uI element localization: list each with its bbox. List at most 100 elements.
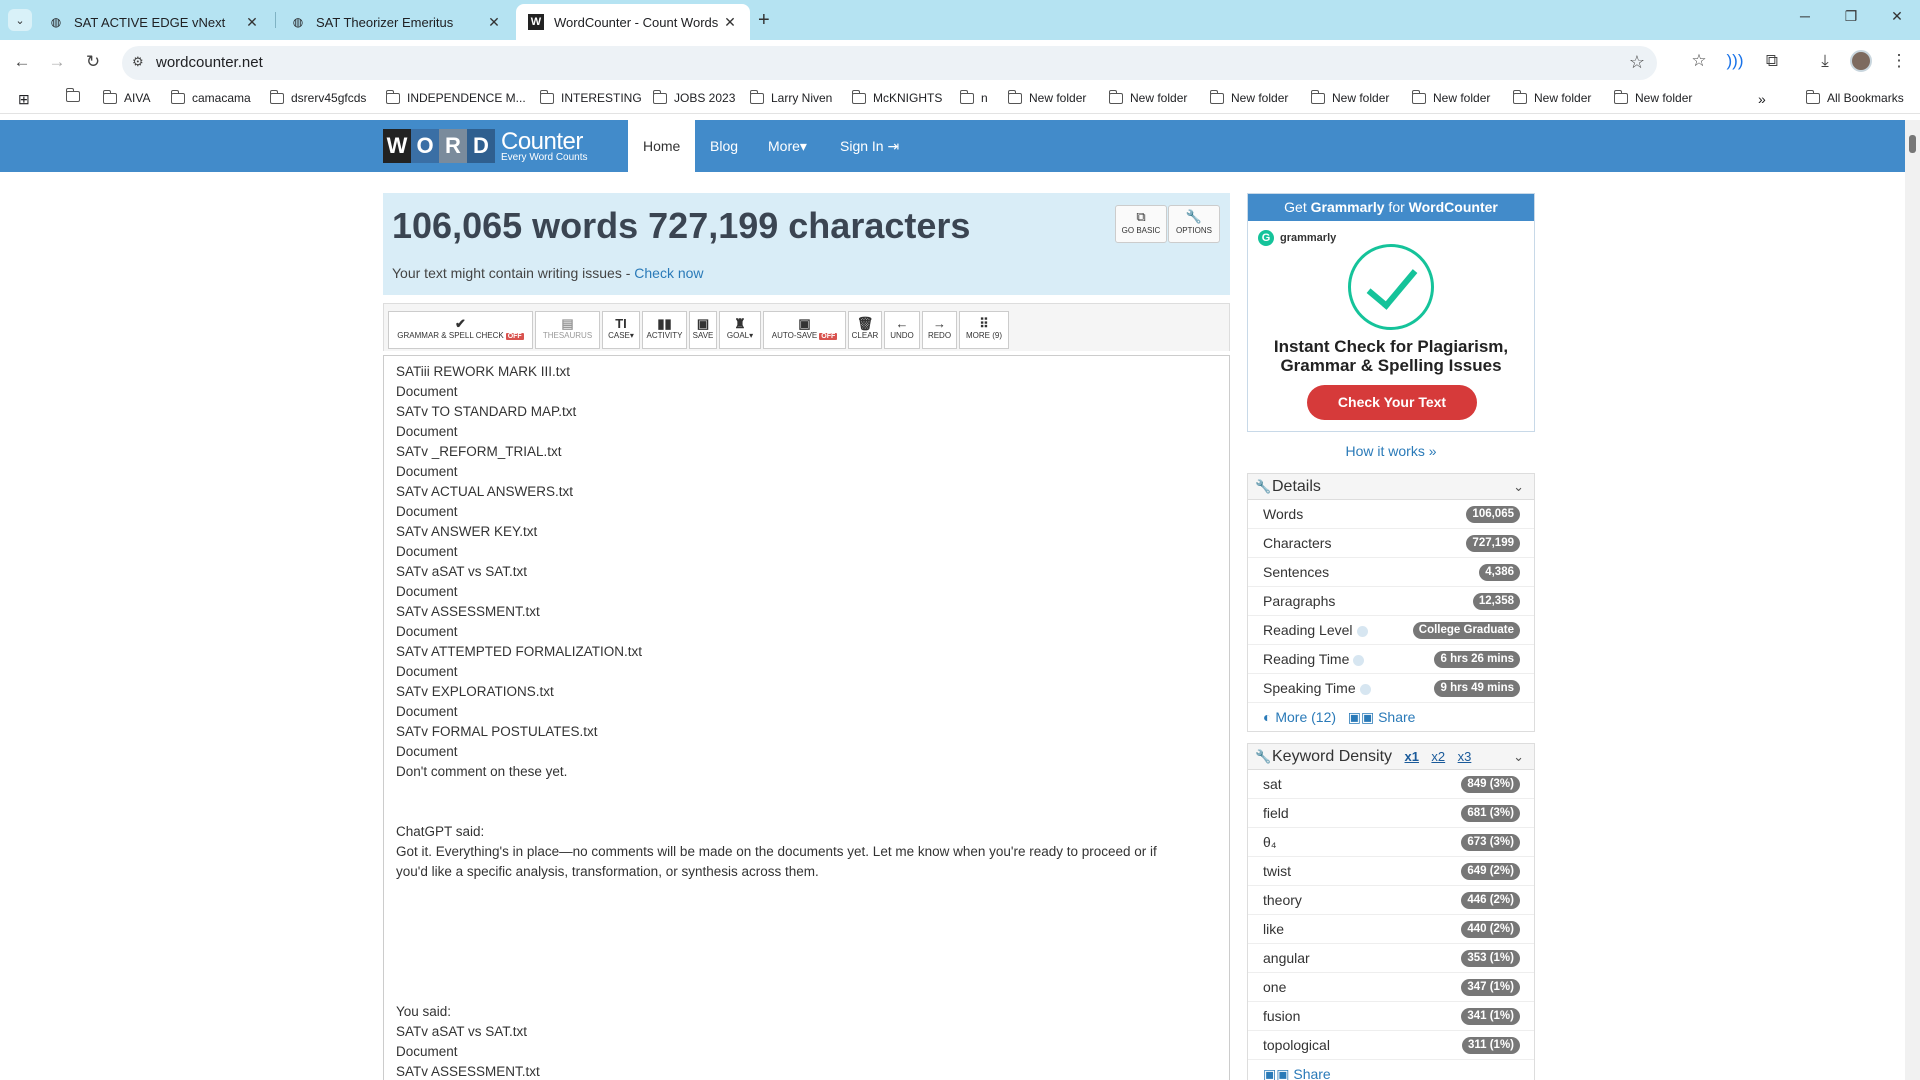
bookmark-folder-unnamed[interactable]	[65, 88, 87, 102]
more-tools-button[interactable]: ⠿ MORE (9)	[959, 311, 1009, 349]
bookmark-folder[interactable]: camacama	[170, 89, 251, 105]
grammarly-ad[interactable]: Get Grammarly for WordCounter G grammarl…	[1247, 193, 1535, 432]
keyword-row[interactable]: like 440 (2%)	[1248, 915, 1534, 944]
text-editor[interactable]: SATiii REWORK MARK III.txt Document SATv…	[383, 355, 1230, 1080]
bookmark-folder[interactable]: Larry Niven	[749, 89, 832, 105]
bookmark-folder[interactable]: JOBS 2023	[652, 89, 735, 105]
tab-wordcounter[interactable]: W WordCounter - Count Words & ✕	[516, 4, 750, 40]
download-icon[interactable]: ⤓	[1813, 51, 1837, 71]
bookmark-label: New folder	[1534, 91, 1592, 105]
url-text[interactable]: wordcounter.net	[156, 54, 263, 71]
bookmark-folder[interactable]: New folder	[1512, 89, 1592, 105]
keyword-row[interactable]: field 681 (3%)	[1248, 799, 1534, 828]
more-details-link[interactable]: ◐ More (12)	[1263, 709, 1336, 725]
tab-sat-active-edge[interactable]: ◍ SAT ACTIVE EDGE vNext ✕	[36, 4, 272, 40]
wordcounter-logo[interactable]: W O R D Counter Every Word Counts	[383, 129, 588, 163]
autosave-button[interactable]: ▣ AUTO-SAVE OFF	[763, 311, 846, 349]
bookmark-folder[interactable]: McKNIGHTS	[851, 89, 942, 105]
more-bookmarks-icon[interactable]: »	[1758, 91, 1766, 107]
details-header[interactable]: 🔧 Details ⌄	[1248, 474, 1534, 500]
address-bar[interactable]: ⚙ wordcounter.net ☆	[122, 46, 1657, 80]
detail-badge: 4,386	[1479, 564, 1520, 581]
bookmark-folder[interactable]: dsrerv45gfcds	[269, 89, 366, 105]
nav-blog[interactable]: Blog	[695, 120, 753, 172]
keyword-row[interactable]: sat 849 (3%)	[1248, 770, 1534, 799]
help-icon[interactable]	[1359, 683, 1371, 695]
favorites-icon[interactable]: ☆	[1687, 51, 1711, 71]
share-link[interactable]: ▣▣ Share	[1263, 1066, 1331, 1080]
forward-icon[interactable]: →	[45, 52, 69, 72]
check-now-link[interactable]: Check now	[634, 265, 703, 281]
clear-button[interactable]: 🗑 CLEAR	[848, 311, 882, 349]
read-aloud-icon[interactable]: )))	[1723, 51, 1747, 71]
scrollbar-thumb[interactable]	[1909, 135, 1916, 153]
bookmark-folder[interactable]: New folder	[1411, 89, 1490, 105]
nav-home[interactable]: Home	[628, 120, 696, 172]
nav-signin[interactable]: Sign In ⇥	[825, 120, 914, 172]
bookmark-folder[interactable]: New folder	[1007, 89, 1086, 105]
nav-more[interactable]: More▾	[753, 120, 822, 172]
keyword-row[interactable]: fusion 341 (1%)	[1248, 1002, 1534, 1031]
keyword-row[interactable]: θ₄ 673 (3%)	[1248, 828, 1534, 857]
bookmark-folder[interactable]: New folder	[1613, 89, 1692, 105]
reload-icon[interactable]: ↻	[81, 52, 105, 72]
case-button[interactable]: TI CASE▾	[602, 311, 640, 349]
grammar-check-button[interactable]: ✔ GRAMMAR & SPELL CHECK OFF	[388, 311, 533, 349]
chevron-down-icon[interactable]: ⌄	[1513, 474, 1524, 500]
goal-button[interactable]: ♜ GOAL▾	[719, 311, 761, 349]
bookmark-folder[interactable]: New folder	[1108, 89, 1187, 105]
site-settings-icon[interactable]: ⚙	[132, 54, 144, 70]
kd-tab-x2[interactable]: x2	[1431, 749, 1445, 764]
profile-avatar[interactable]	[1850, 50, 1872, 72]
keyword-row[interactable]: angular 353 (1%)	[1248, 944, 1534, 973]
window-close-icon[interactable]: ✕	[1877, 8, 1917, 25]
new-tab-icon[interactable]: +	[758, 9, 770, 32]
kd-tab-x1[interactable]: x1	[1405, 749, 1419, 764]
redo-button[interactable]: → REDO	[922, 311, 957, 349]
close-icon[interactable]: ✕	[486, 14, 502, 31]
bookmark-folder[interactable]: New folder	[1310, 89, 1389, 105]
bookmark-folder[interactable]: AIVA	[102, 89, 150, 105]
help-icon[interactable]	[1356, 625, 1368, 637]
kd-tab-x3[interactable]: x3	[1458, 749, 1472, 764]
chevron-down-icon[interactable]: ⌄	[1513, 744, 1524, 770]
text-line: you'd like a specific analysis, transfor…	[396, 864, 819, 879]
bookmark-star-icon[interactable]: ☆	[1629, 52, 1645, 73]
save-button[interactable]: ▣ SAVE	[689, 311, 717, 349]
check-your-text-button[interactable]: Check Your Text	[1307, 385, 1477, 420]
save-icon: ▣	[696, 316, 710, 331]
share-link[interactable]: ▣▣ Share	[1348, 709, 1416, 725]
how-it-works-link[interactable]: How it works »	[1247, 443, 1535, 459]
activity-button[interactable]: ▮▮ ACTIVITY	[642, 311, 687, 349]
tab-sat-theorizer[interactable]: ◍ SAT Theorizer Emeritus ✕	[278, 4, 514, 40]
options-button[interactable]: 🔧 OPTIONS	[1168, 205, 1220, 243]
restore-icon[interactable]: ❐	[1831, 8, 1871, 25]
bookmark-folder[interactable]: INDEPENDENCE M...	[385, 89, 526, 105]
bookmark-folder[interactable]: INTERESTING	[539, 89, 642, 105]
help-icon[interactable]	[1353, 654, 1365, 666]
undo-button[interactable]: ← UNDO	[884, 311, 920, 349]
tab-title: SAT ACTIVE EDGE vNext	[74, 14, 226, 30]
bookmark-folder[interactable]: New folder	[1209, 89, 1288, 105]
page-scrollbar[interactable]	[1905, 120, 1920, 1080]
keyword-badge: 681 (3%)	[1461, 805, 1520, 822]
back-icon[interactable]: ←	[10, 52, 34, 72]
all-bookmarks[interactable]: All Bookmarks	[1805, 89, 1904, 105]
close-icon[interactable]: ✕	[244, 14, 260, 31]
bookmark-folder[interactable]: n	[959, 89, 988, 105]
close-icon[interactable]: ✕	[722, 14, 738, 31]
go-basic-button[interactable]: ⧉ GO BASIC	[1115, 205, 1167, 243]
keyword-row[interactable]: twist 649 (2%)	[1248, 857, 1534, 886]
tab-search-icon[interactable]: ⌄	[8, 9, 32, 31]
extensions-icon[interactable]: ⧉	[1760, 51, 1784, 71]
folder-icon	[385, 89, 400, 104]
apps-icon[interactable]: ⊞	[18, 91, 30, 108]
keyword-row[interactable]: topological 311 (1%)	[1248, 1031, 1534, 1060]
thesaurus-button[interactable]: ▤ THESAURUS	[535, 311, 600, 349]
keyword-row[interactable]: one 347 (1%)	[1248, 973, 1534, 1002]
minimize-icon[interactable]: ─	[1785, 8, 1825, 24]
keyword-row[interactable]: theory 446 (2%)	[1248, 886, 1534, 915]
keyword-badge: 440 (2%)	[1461, 921, 1520, 938]
keyword-density-header[interactable]: 🔧 Keyword Density x1 x2 x3 ⌄	[1248, 744, 1534, 770]
menu-icon[interactable]: ⋮	[1887, 51, 1911, 71]
